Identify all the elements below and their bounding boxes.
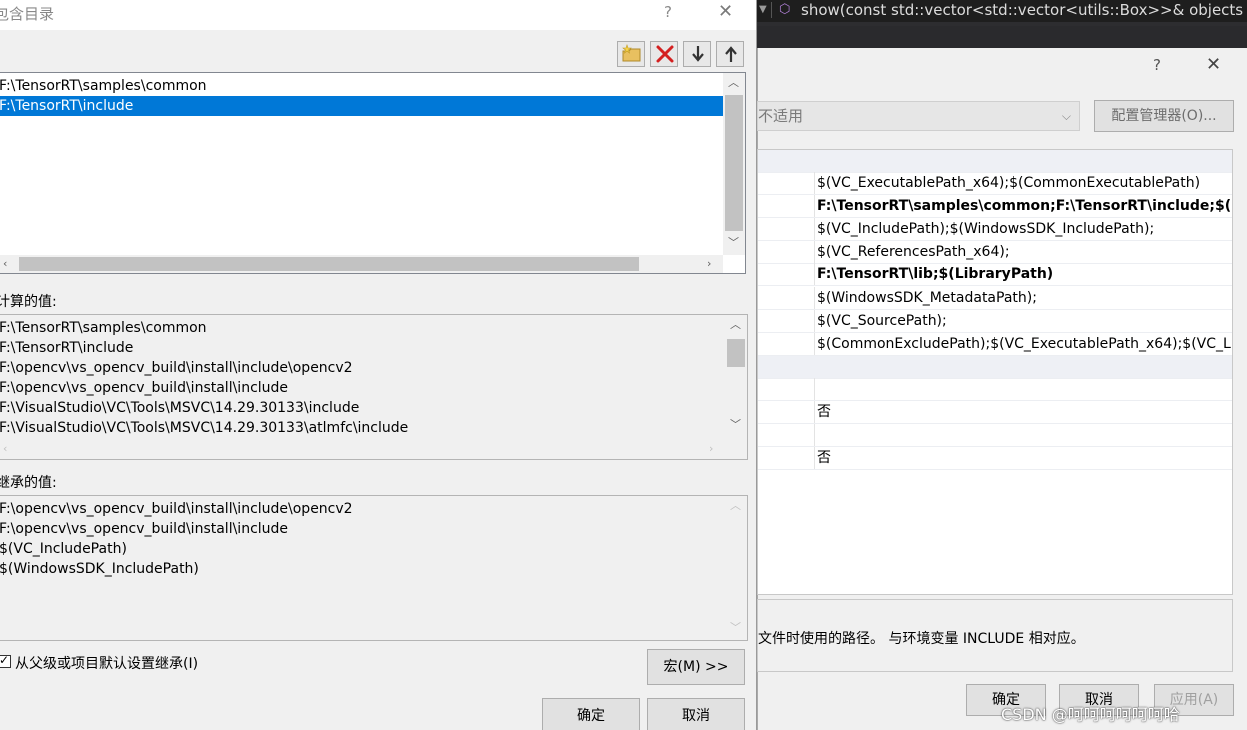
property-value: F:\TensorRT\samples\common;F:\TensorRT\i…	[814, 195, 1232, 217]
move-up-button[interactable]	[716, 41, 744, 67]
vertical-scrollbar[interactable]: ︿ ﹀	[723, 73, 745, 255]
arrow-down-icon	[692, 46, 704, 62]
close-button[interactable]: ✕	[1206, 54, 1221, 75]
arrow-up-icon	[725, 46, 737, 62]
property-value: $(VC_IncludePath);$(WindowsSDK_IncludePa…	[814, 218, 1232, 240]
inherited-values-label: 继承的值:	[0, 475, 57, 491]
inherited-values-list[interactable]: F:\opencv\vs_opencv_build\install\includ…	[0, 495, 748, 641]
horizontal-scrollbar[interactable]: ‹ ›	[0, 439, 725, 459]
close-button[interactable]: ✕	[718, 1, 733, 22]
grid-property-row[interactable]: 否	[758, 447, 1232, 470]
inherit-checkbox-label[interactable]: 从父级或项目默认设置继承(I)	[15, 653, 198, 673]
dropdown-arrow-icon[interactable]: ▼	[759, 0, 767, 20]
computed-values-list[interactable]: F:\TensorRT\samples\common F:\TensorRT\in…	[0, 314, 748, 460]
computed-values-label: 计算的值:	[0, 294, 57, 310]
vertical-scrollbar[interactable]: ︿ ﹀	[725, 315, 747, 439]
watermark: CSDN @呵呵呵呵呵呵哈	[1001, 705, 1180, 724]
editor-scrollbar[interactable]	[757, 26, 1247, 48]
computed-value-item: F:\opencv\vs_opencv_build\install\includ…	[0, 380, 289, 396]
delete-line-button[interactable]	[650, 41, 678, 67]
method-cube-icon: ⬡	[779, 2, 791, 17]
property-value: 否	[814, 447, 1232, 469]
new-line-button[interactable]	[617, 41, 645, 67]
config-manager-button[interactable]: 配置管理器(O)...	[1094, 100, 1234, 132]
scroll-down-icon[interactable]: ﹀	[728, 237, 739, 249]
platform-dropdown[interactable]: 不适用 ⌵	[757, 101, 1080, 131]
delete-icon	[656, 45, 674, 63]
property-value: $(VC_ExecutablePath_x64);$(CommonExecuta…	[814, 172, 1232, 194]
grid-property-row[interactable]: 否	[758, 401, 1232, 424]
dialog-title: 包含目录	[0, 5, 55, 23]
inherited-value-item: F:\opencv\vs_opencv_build\install\includ…	[0, 521, 289, 537]
horizontal-scrollbar[interactable]: ‹ ›	[0, 255, 723, 273]
grid-property-row[interactable]: $(VC_IncludePath);$(WindowsSDK_IncludePa…	[758, 218, 1232, 241]
vertical-scrollbar[interactable]: ︿ ﹀	[725, 496, 747, 640]
property-value: $(CommonExcludePath);$(VC_ExecutablePath…	[814, 333, 1232, 355]
computed-value-item: F:\TensorRT\samples\common	[0, 320, 207, 336]
scroll-down-icon[interactable]: ﹀	[730, 622, 741, 634]
scroll-up-icon[interactable]: ︿	[730, 500, 741, 512]
scroll-left-icon[interactable]: ‹	[3, 443, 7, 455]
property-value: 否	[814, 401, 1232, 423]
grid-category-row[interactable]	[758, 356, 1232, 379]
property-grid[interactable]: $(VC_ExecutablePath_x64);$(CommonExecuta…	[757, 149, 1233, 595]
grid-property-row[interactable]: $(WindowsSDK_MetadataPath);	[758, 287, 1232, 310]
scroll-left-icon[interactable]: ‹	[3, 258, 7, 270]
new-folder-icon	[622, 44, 641, 62]
separator	[771, 2, 772, 18]
scroll-thumb[interactable]	[19, 257, 639, 271]
scroll-thumb[interactable]	[727, 339, 745, 367]
scroll-up-icon[interactable]: ︿	[728, 77, 739, 89]
computed-value-item: F:\VisualStudio\VC\Tools\MSVC\14.29.3013…	[0, 420, 409, 436]
macros-button[interactable]: 宏(M) >>	[647, 649, 745, 685]
property-value	[814, 424, 1232, 446]
ok-button[interactable]: 确定	[542, 698, 640, 730]
inherited-value-item: $(VC_IncludePath)	[0, 541, 127, 557]
grid-category-row[interactable]	[758, 150, 1232, 173]
property-value: $(WindowsSDK_MetadataPath);	[814, 287, 1232, 309]
chevron-down-icon: ⌵	[1061, 109, 1071, 123]
property-value: $(VC_ReferencesPath_x64);	[814, 241, 1232, 263]
description-text: 文件时使用的路径。 与环境变量 INCLUDE 相对应。	[758, 631, 1085, 647]
computed-value-item: F:\VisualStudio\VC\Tools\MSVC\14.29.3013…	[0, 400, 360, 416]
scroll-thumb[interactable]	[725, 95, 743, 231]
inherit-checkbox[interactable]	[0, 653, 11, 668]
include-list[interactable]: F:\TensorRT\samples\common F:\TensorRT\in…	[0, 72, 746, 274]
include-entry[interactable]: F:\TensorRT\samples\common	[0, 76, 723, 96]
function-signature[interactable]: show(const std::vector<std::vector<utils…	[801, 0, 1243, 20]
grid-property-row[interactable]: $(VC_ReferencesPath_x64);	[758, 241, 1232, 264]
grid-property-row[interactable]	[758, 378, 1232, 401]
cancel-button[interactable]: 取消	[647, 698, 745, 730]
inherited-value-item: F:\opencv\vs_opencv_build\install\includ…	[0, 501, 353, 517]
code-editor-strip: ▼ ⬡ show(const std::vector<std::vector<u…	[757, 0, 1247, 48]
description-panel: 文件时使用的路径。 与环境变量 INCLUDE 相对应。	[757, 599, 1233, 672]
help-button[interactable]: ?	[1153, 56, 1161, 74]
include-directories-dialog: 包含目录 ? ✕ F:\TensorRT\samples\common F:\Te…	[0, 0, 757, 730]
scroll-right-icon[interactable]: ›	[709, 443, 713, 455]
move-down-button[interactable]	[683, 41, 711, 67]
scroll-right-icon[interactable]: ›	[707, 258, 711, 270]
property-pages-dialog: ? ✕ 不适用 ⌵ 配置管理器(O)... $(VC_ExecutablePat…	[757, 48, 1247, 730]
help-button[interactable]: ?	[664, 3, 672, 21]
property-value	[814, 378, 1232, 400]
grid-property-row[interactable]: F:\TensorRT\lib;$(LibraryPath)	[758, 263, 1232, 286]
title-bar[interactable]: 包含目录 ? ✕	[0, 0, 756, 30]
grid-property-row[interactable]: $(VC_SourcePath);	[758, 310, 1232, 333]
scroll-up-icon[interactable]: ︿	[730, 319, 741, 331]
include-entry[interactable]: F:\TensorRT\include	[0, 96, 723, 116]
platform-value: 不适用	[758, 107, 804, 125]
property-value: F:\TensorRT\lib;$(LibraryPath)	[814, 263, 1232, 285]
grid-property-row[interactable]: $(CommonExcludePath);$(VC_ExecutablePath…	[758, 333, 1232, 356]
grid-property-row[interactable]: $(VC_ExecutablePath_x64);$(CommonExecuta…	[758, 172, 1232, 195]
property-value: $(VC_SourcePath);	[814, 310, 1232, 332]
grid-property-row[interactable]: F:\TensorRT\samples\common;F:\TensorRT\i…	[758, 195, 1232, 218]
computed-value-item: F:\TensorRT\include	[0, 340, 134, 356]
grid-property-row[interactable]	[758, 424, 1232, 447]
inherited-value-item: $(WindowsSDK_IncludePath)	[0, 561, 199, 577]
computed-value-item: F:\opencv\vs_opencv_build\install\includ…	[0, 360, 353, 376]
editor-navigation-bar[interactable]: ▼ ⬡ show(const std::vector<std::vector<u…	[757, 0, 1247, 22]
scroll-down-icon[interactable]: ﹀	[730, 419, 741, 431]
